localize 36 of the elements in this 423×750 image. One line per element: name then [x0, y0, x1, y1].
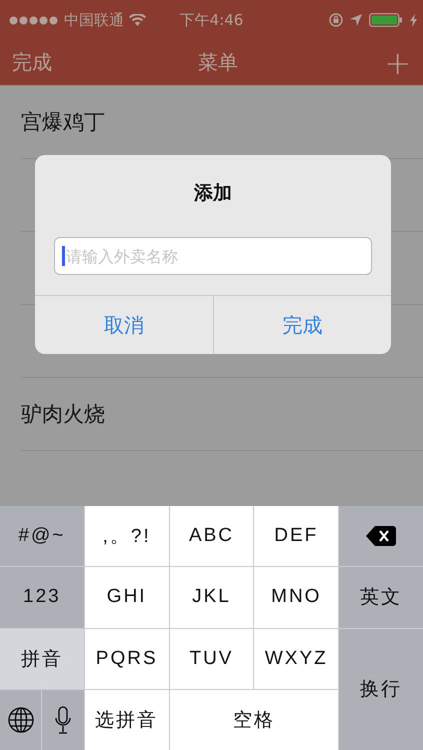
- text-cursor: [62, 246, 65, 266]
- globe-icon: [8, 706, 34, 733]
- nav-title: 菜单: [198, 49, 238, 76]
- keyboard-key[interactable]: 选拼音: [84, 690, 169, 750]
- carrier-name: 中国联通: [64, 10, 124, 30]
- keyboard-key[interactable]: GHI: [84, 567, 169, 628]
- list-item[interactable]: 宫爆鸡丁: [21, 108, 105, 136]
- microphone-icon: [55, 706, 72, 734]
- input-mode-key[interactable]: 拼音: [0, 628, 84, 689]
- charging-icon: [410, 14, 417, 26]
- keyboard-key[interactable]: 英文: [339, 567, 423, 628]
- list-item[interactable]: 驴肉火烧: [21, 400, 105, 428]
- microphone-key[interactable]: [42, 690, 84, 750]
- keyboard-key[interactable]: WXYZ: [254, 628, 338, 689]
- signal-icon: [9, 16, 59, 24]
- battery-icon: [369, 13, 403, 27]
- status-time: 下午4:46: [180, 10, 244, 30]
- input-field[interactable]: 请输入外卖名称: [54, 237, 372, 275]
- keyboard-key[interactable]: ABC: [170, 506, 254, 566]
- keyboard-key[interactable]: DEF: [254, 506, 338, 566]
- delete-key[interactable]: [339, 506, 423, 566]
- space-key[interactable]: 空格: [170, 690, 338, 750]
- keyboard-key[interactable]: PQRS: [84, 628, 169, 689]
- keyboard-key[interactable]: TUV: [170, 628, 254, 689]
- backspace-icon: [366, 526, 396, 546]
- keyboard-key[interactable]: MNO: [254, 567, 338, 628]
- location-icon: [350, 14, 362, 26]
- keyboard-key[interactable]: ,。?!: [84, 506, 169, 566]
- keyboard-key[interactable]: 123: [0, 567, 84, 628]
- wifi-icon: [129, 14, 146, 26]
- keyboard-key[interactable]: #@~: [0, 506, 84, 566]
- dialog-title: 添加: [192, 181, 233, 206]
- keyboard-key[interactable]: JKL: [170, 567, 254, 628]
- rotation-lock-icon: [329, 13, 343, 27]
- return-key[interactable]: 换行: [339, 628, 423, 750]
- globe-key[interactable]: [0, 690, 42, 750]
